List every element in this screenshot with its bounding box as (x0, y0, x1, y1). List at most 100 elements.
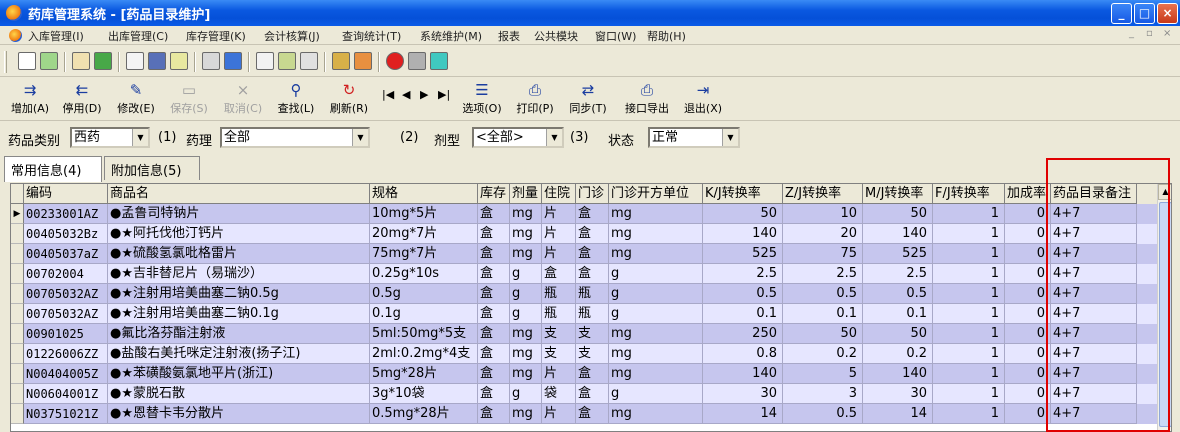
col-code-cell[interactable]: 00705032AZ (24, 284, 108, 304)
col-prescription-unit-cell[interactable]: g (609, 384, 703, 404)
col-markup-rate-cell[interactable]: 0 (1005, 224, 1051, 244)
col-product-name-cell[interactable]: ●★苯磺酸氨氯地平片(浙江) (108, 364, 370, 384)
table-row[interactable]: 00901025 ●氟比洛芬酯注射液 5ml:50mg*5支盒 mg 支支 mg 250 50… (24, 324, 1157, 344)
chevron-down-icon[interactable]: ▼ (352, 129, 368, 146)
col-inpatient-unit-cell[interactable]: 片 (542, 364, 576, 384)
cancel-button[interactable]: × 取消(C) (220, 80, 266, 118)
col-zj-rate-cell[interactable]: 3 (783, 384, 863, 404)
table-row[interactable]: 00705032AZ ●★注射用培美曲塞二钠0.1g 0.1g 盒 g 瓶瓶 g 0.1 0.1… (24, 304, 1157, 324)
col-dose-unit-cell[interactable]: mg (510, 204, 542, 224)
col-code-cell[interactable]: 00705032AZ (24, 304, 108, 324)
col-product-name-cell[interactable]: ●★注射用培美曲塞二钠0.5g (108, 284, 370, 304)
col-product-name-cell[interactable]: ●★吉非替尼片（易瑞沙） (108, 264, 370, 284)
col-fj-rate-cell[interactable]: 1 (933, 364, 1005, 384)
exit-icon[interactable] (430, 52, 448, 70)
edit-button[interactable]: ✎ 修改(E) (113, 80, 159, 118)
menu-query[interactable]: 查询统计(T) (342, 28, 401, 44)
col-markup-rate-header[interactable]: 加成率 (1005, 184, 1051, 204)
col-mj-rate-cell[interactable]: 2.5 (863, 264, 933, 284)
col-mj-rate-cell[interactable]: 50 (863, 204, 933, 224)
col-fj-rate-cell[interactable]: 1 (933, 224, 1005, 244)
col-fj-rate-cell[interactable]: 1 (933, 384, 1005, 404)
col-mj-rate-header[interactable]: M/J转换率 (863, 184, 933, 204)
status-select[interactable]: 正常 ▼ (648, 127, 740, 148)
col-markup-rate-cell[interactable]: 0 (1005, 404, 1051, 424)
mdi-restore-icon[interactable]: ▫ (1146, 28, 1153, 39)
new-doc-icon[interactable] (18, 52, 36, 70)
search-icon[interactable] (300, 52, 318, 70)
col-code-cell[interactable]: N00404005Z (24, 364, 108, 384)
col-stock-unit-cell[interactable]: 盒 (478, 344, 510, 364)
table-row[interactable]: 00705032AZ ●★注射用培美曲塞二钠0.5g 0.5g 盒 g 瓶瓶 g 0.5 0.5… (24, 284, 1157, 304)
col-spec-cell[interactable]: 5ml:50mg*5支 (370, 324, 478, 344)
prev-record-icon[interactable]: ◀ (402, 88, 410, 101)
col-zj-rate-header[interactable]: Z/J转换率 (783, 184, 863, 204)
stop-icon[interactable] (386, 52, 404, 70)
col-fj-rate-cell[interactable]: 1 (933, 244, 1005, 264)
table-row[interactable]: 00405032Bz ●★阿托伐他汀钙片 20mg*7片盒 mg 片盒 mg 140 20 14… (24, 224, 1157, 244)
col-dose-unit-cell[interactable]: g (510, 304, 542, 324)
dosage-select[interactable]: <全部> ▼ (472, 127, 564, 148)
calc-icon[interactable] (170, 52, 188, 70)
col-markup-rate-cell[interactable]: 0 (1005, 204, 1051, 224)
table-icon[interactable] (224, 52, 242, 70)
col-inpatient-unit-cell[interactable]: 片 (542, 204, 576, 224)
menu-reports[interactable]: 报表 (498, 28, 520, 44)
print-preview-icon[interactable] (202, 52, 220, 70)
col-spec-cell[interactable]: 10mg*5片 (370, 204, 478, 224)
chevron-down-icon[interactable]: ▼ (132, 129, 148, 146)
col-fj-rate-cell[interactable]: 1 (933, 324, 1005, 344)
minimize-button[interactable]: _ (1111, 3, 1132, 24)
menu-common[interactable]: 公共模块 (534, 28, 578, 44)
find-button[interactable]: ⚲ 查找(L) (273, 80, 319, 118)
col-dose-unit-header[interactable]: 剂量 (510, 184, 542, 204)
col-zj-rate-cell[interactable]: 20 (783, 224, 863, 244)
col-fj-rate-header[interactable]: F/J转换率 (933, 184, 1005, 204)
col-product-name-cell[interactable]: ●盐酸右美托咪定注射液(扬子江) (108, 344, 370, 364)
col-product-name-cell[interactable]: ●氟比洛芬酯注射液 (108, 324, 370, 344)
col-spec-cell[interactable]: 5mg*28片 (370, 364, 478, 384)
col-stock-unit-cell[interactable]: 盒 (478, 264, 510, 284)
col-spec-cell[interactable]: 0.25g*10s (370, 264, 478, 284)
col-product-name-cell[interactable]: ●★阿托伐他汀钙片 (108, 224, 370, 244)
col-kj-rate-cell[interactable]: 140 (703, 224, 783, 244)
mdi-minimize-icon[interactable]: _ (1129, 28, 1134, 39)
col-outpatient-unit-cell[interactable]: 瓶 (576, 304, 609, 324)
toolbar-grip[interactable] (4, 51, 7, 73)
col-kj-rate-cell[interactable]: 50 (703, 204, 783, 224)
col-product-name-cell[interactable]: ●★硫酸氢氯吡格雷片 (108, 244, 370, 264)
row-selector[interactable] (11, 324, 24, 344)
col-outpatient-unit-cell[interactable]: 盒 (576, 244, 609, 264)
col-mj-rate-cell[interactable]: 525 (863, 244, 933, 264)
col-inpatient-unit-cell[interactable]: 片 (542, 244, 576, 264)
tools-icon[interactable] (278, 52, 296, 70)
col-fj-rate-cell[interactable]: 1 (933, 264, 1005, 284)
col-stock-unit-cell[interactable]: 盒 (478, 324, 510, 344)
col-outpatient-unit-cell[interactable]: 盒 (576, 364, 609, 384)
col-mj-rate-cell[interactable]: 140 (863, 224, 933, 244)
col-dose-unit-cell[interactable]: mg (510, 404, 542, 424)
col-inpatient-unit-cell[interactable]: 瓶 (542, 304, 576, 324)
col-kj-rate-cell[interactable]: 2.5 (703, 264, 783, 284)
save-button[interactable]: ▭ 保存(S) (166, 80, 212, 118)
col-markup-rate-cell[interactable]: 0 (1005, 304, 1051, 324)
col-stock-unit-cell[interactable]: 盒 (478, 304, 510, 324)
tab-common-info[interactable]: 常用信息(4) (4, 156, 102, 182)
close-button[interactable]: × (1157, 3, 1178, 24)
col-product-name-cell[interactable]: ●★注射用培美曲塞二钠0.1g (108, 304, 370, 324)
row-selector[interactable] (11, 404, 24, 424)
thermometer-icon[interactable] (354, 52, 372, 70)
col-inpatient-unit-cell[interactable]: 支 (542, 344, 576, 364)
menu-window[interactable]: 窗口(W) (595, 28, 636, 44)
col-kj-rate-cell[interactable]: 525 (703, 244, 783, 264)
table-row[interactable]: N00604001Z ●★蒙脱石散 3g*10袋盒 g 袋盒 g 30 3 30 1 0 4+7 (24, 384, 1157, 404)
col-dose-unit-cell[interactable]: mg (510, 364, 542, 384)
col-prescription-unit-cell[interactable]: g (609, 264, 703, 284)
table-row[interactable]: N00404005Z ●★苯磺酸氨氯地平片(浙江) 5mg*28片盒 mg 片盒 mg 14… (24, 364, 1157, 384)
col-inpatient-unit-cell[interactable]: 袋 (542, 384, 576, 404)
table-row[interactable]: 00702004 ●★吉非替尼片（易瑞沙） 0.25g*10s 盒 g 盒盒 g 2.5 2.5… (24, 264, 1157, 284)
col-prescription-unit-cell[interactable]: g (609, 304, 703, 324)
col-code-header[interactable]: 编码 (24, 184, 108, 204)
col-kj-rate-cell[interactable]: 250 (703, 324, 783, 344)
menu-system[interactable]: 系统维护(M) (420, 28, 482, 44)
